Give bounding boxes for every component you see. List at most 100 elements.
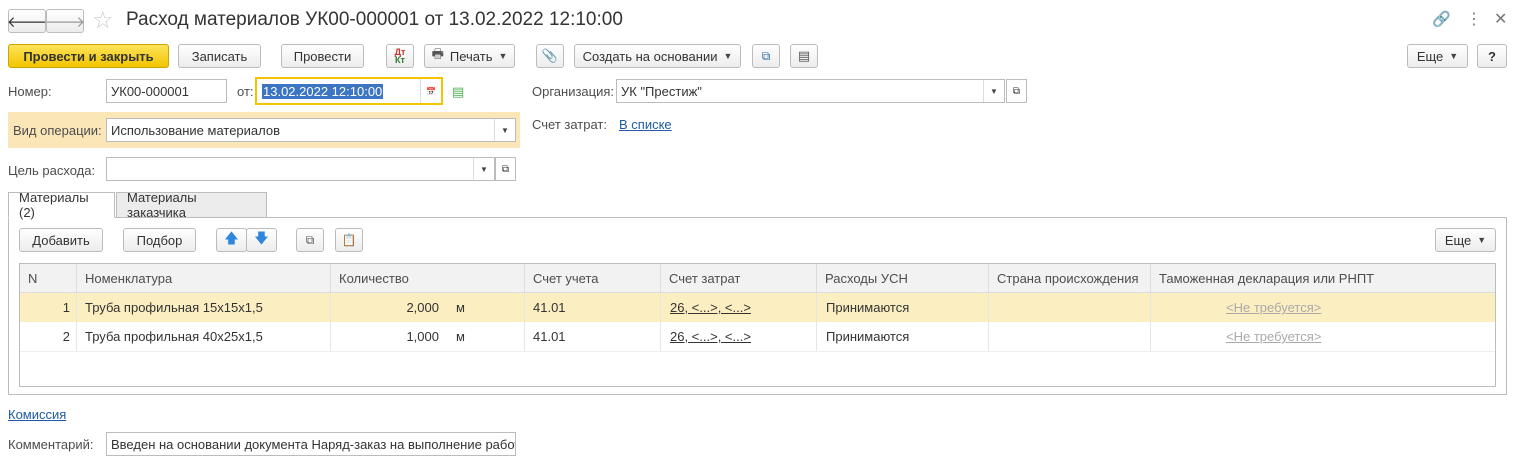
chevron-down-icon: ▼ <box>1477 235 1487 245</box>
col-divider <box>1150 293 1151 351</box>
post-button[interactable]: Провести <box>281 44 364 68</box>
create-based-button[interactable]: Создать на основании ▼ <box>574 44 741 68</box>
operation-type-field[interactable]: Использование материалов ▼ <box>106 118 516 142</box>
col-header-cost[interactable]: Счет затрат <box>661 264 817 292</box>
tab-materials[interactable]: Материалы (2) <box>8 190 115 220</box>
cell-country[interactable] <box>997 293 1147 322</box>
chevron-down-icon: ▼ <box>723 51 733 61</box>
arrow-down-icon: 🡇 <box>254 230 269 246</box>
window-title: Расход материалов УК00-000001 от 13.02.2… <box>126 9 623 30</box>
favorite-star-icon[interactable]: ☆ <box>92 6 114 35</box>
number-field[interactable]: УК00-000001 <box>106 79 227 103</box>
col-divider <box>524 293 525 351</box>
arrow-up-icon: 🡅 <box>224 230 239 246</box>
operation-type-label: Вид операции: <box>13 123 102 138</box>
chevron-down-icon[interactable]: ▼ <box>983 80 1004 102</box>
paste-rows-button[interactable]: 📋 <box>335 228 363 252</box>
attach-button[interactable]: 📎 <box>536 44 564 68</box>
more-button[interactable]: Еще ▼ <box>1407 44 1468 68</box>
operation-type-value: Использование материалов <box>111 122 281 138</box>
organization-label: Организация: <box>532 84 615 99</box>
chevron-down-icon: ▼ <box>1449 51 1459 61</box>
organization-value: УК "Престиж" <box>621 83 702 99</box>
col-header-country[interactable]: Страна происхождения <box>989 264 1151 292</box>
open-form-icon: ⧉ <box>1012 85 1021 97</box>
tab-materials-label: Материалы (2) <box>19 190 89 220</box>
open-organization-button[interactable]: ⧉ <box>1006 79 1027 103</box>
dt-kt-button[interactable]: Дт Кт <box>386 44 414 68</box>
print-label: Печать <box>449 48 493 64</box>
list-view-button[interactable]: ▤ <box>790 44 818 68</box>
cell-usn[interactable]: Принимаются <box>826 293 986 322</box>
number-label: Номер: <box>8 84 52 99</box>
cell-n: 1 <box>62 300 70 315</box>
commission-link[interactable]: Комиссия <box>8 407 66 422</box>
link-icon[interactable]: 🔗 <box>1432 10 1451 28</box>
paperclip-icon: 📎 <box>541 48 559 63</box>
save-button[interactable]: Записать <box>178 44 261 68</box>
copy-icon: ⧉ <box>305 232 315 247</box>
open-form-icon: ⧉ <box>501 163 510 175</box>
organization-field[interactable]: УК "Престиж" ▼ <box>616 79 1005 103</box>
purpose-field[interactable]: ▼ <box>106 157 495 181</box>
comment-label: Комментарий: <box>8 437 94 452</box>
cell-item[interactable]: Труба профильная 15х15х1,5 <box>85 293 325 322</box>
cell-cost[interactable]: 26, <...>, <...> <box>670 322 810 351</box>
cell-item[interactable]: Труба профильная 40х25х1,5 <box>85 322 325 351</box>
cell-qty[interactable]: 1,000 <box>331 322 439 351</box>
chevron-down-icon[interactable]: ▼ <box>494 119 515 141</box>
recalc-icon[interactable]: ▤ <box>452 84 464 100</box>
back-button[interactable]: 🡐 <box>6 9 48 33</box>
pick-button[interactable]: Подбор <box>123 228 196 252</box>
tab-customer-materials-label: Материалы заказчика <box>127 190 197 220</box>
post-and-close-button[interactable]: Провести и закрыть <box>8 44 169 68</box>
move-down-button[interactable]: 🡇 <box>246 228 277 252</box>
cell-account[interactable]: 41.01 <box>533 322 653 351</box>
cell-customs[interactable]: <Не требуется> <box>1226 293 1426 322</box>
more-vert-icon[interactable]: ⋮ <box>1466 9 1482 29</box>
cell-cost[interactable]: 26, <...>, <...> <box>670 293 810 322</box>
col-header-usn[interactable]: Расходы УСН <box>817 264 989 292</box>
arrow-left-icon: 🡐 <box>6 13 48 31</box>
printer-icon: 🖶 <box>431 46 444 61</box>
cell-usn[interactable]: Принимаются <box>826 322 986 351</box>
col-header-qty[interactable]: Количество <box>331 264 525 292</box>
move-up-button[interactable]: 🡅 <box>216 228 247 252</box>
comment-field[interactable]: Введен на основании документа Наряд-зака… <box>106 432 516 456</box>
cell-qty[interactable]: 2,000 <box>331 293 439 322</box>
copy-rows-button[interactable]: ⧉ <box>296 228 324 252</box>
date-label: от: <box>237 84 254 99</box>
create-based-label: Создать на основании <box>582 48 718 64</box>
close-icon[interactable]: ✕ <box>1494 9 1507 29</box>
arrow-right-icon: 🡒 <box>44 13 86 31</box>
more-label: Еще <box>1416 48 1444 64</box>
col-header-item[interactable]: Номенклатура <box>77 264 331 292</box>
cost-account-link[interactable]: В списке <box>619 117 672 132</box>
cell-customs[interactable]: <Не требуется> <box>1226 322 1426 351</box>
add-row-button[interactable]: Добавить <box>19 228 103 252</box>
open-purpose-button[interactable]: ⧉ <box>495 157 516 181</box>
col-header-n[interactable]: N <box>20 264 77 292</box>
print-button[interactable]: 🖶 Печать ▼ <box>424 44 515 68</box>
date-field[interactable]: 13.02.2022 12:10:00 📅 <box>255 77 443 105</box>
cell-country[interactable] <box>997 322 1147 351</box>
structure-button[interactable]: ⧉ <box>752 44 780 68</box>
cell-account[interactable]: 41.01 <box>533 293 653 322</box>
purpose-label: Цель расхода: <box>8 163 96 178</box>
tab-customer-materials[interactable]: Материалы заказчика <box>116 190 267 220</box>
table-more-button[interactable]: Еще ▼ <box>1435 228 1496 252</box>
chevron-down-icon: ▼ <box>498 51 508 61</box>
col-header-account[interactable]: Счет учета <box>525 264 661 292</box>
forward-button[interactable]: 🡒 <box>44 9 86 33</box>
cell-unit[interactable]: м <box>456 322 496 351</box>
cost-account-label: Счет затрат: <box>532 117 607 132</box>
chevron-down-icon[interactable]: ▼ <box>473 158 494 180</box>
col-divider <box>816 293 817 351</box>
col-header-customs[interactable]: Таможенная декларация или РНПТ <box>1151 264 1495 292</box>
calendar-icon[interactable]: 📅 <box>420 79 441 103</box>
document-list-icon: ▤ <box>797 48 811 63</box>
help-button[interactable]: ? <box>1477 44 1507 68</box>
col-divider <box>988 293 989 351</box>
col-divider <box>76 293 77 351</box>
cell-unit[interactable]: м <box>456 293 496 322</box>
